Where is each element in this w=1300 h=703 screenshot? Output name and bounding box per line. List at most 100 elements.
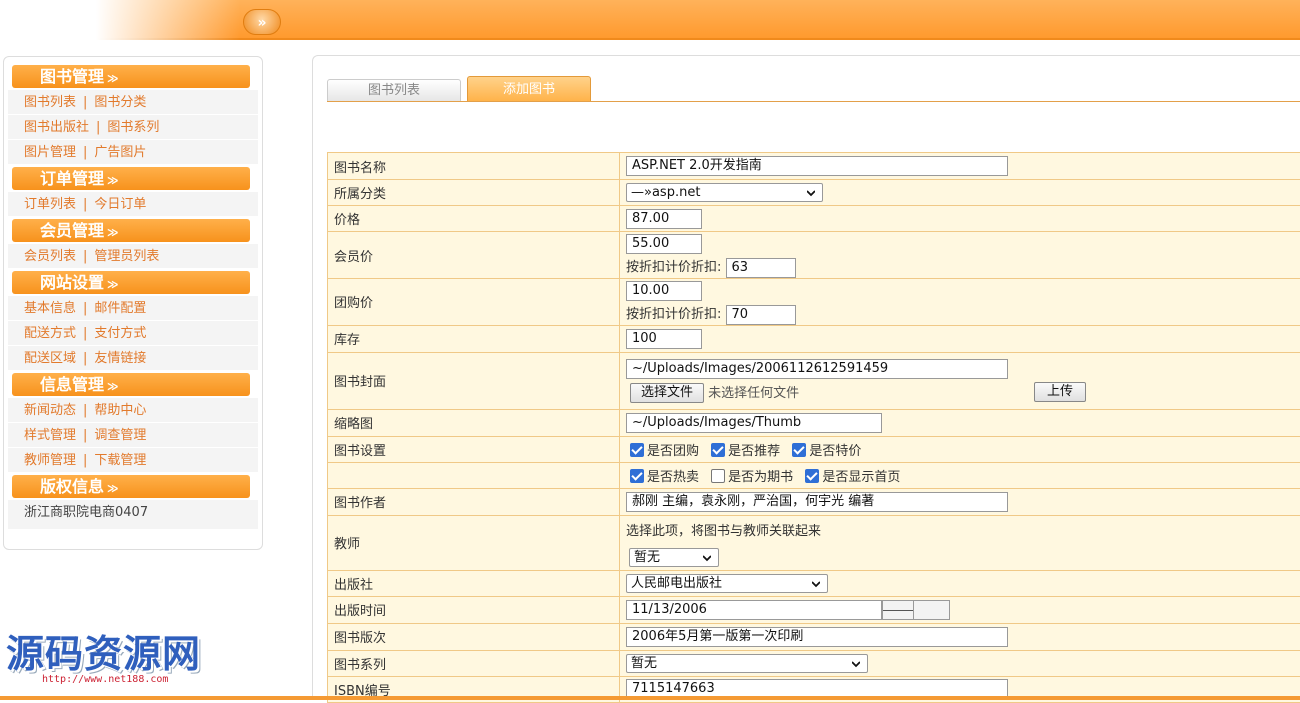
calendar-picker-button[interactable] <box>882 600 950 620</box>
series-select[interactable]: 暂无 <box>626 654 868 673</box>
menu-row: 基本信息|邮件配置 <box>8 296 258 321</box>
book-name-input[interactable]: ASP.NET 2.0开发指南 <box>626 156 1008 176</box>
choose-file-button[interactable]: 选择文件 <box>630 383 704 403</box>
discount-label: 按折扣计价折扣: <box>626 307 721 322</box>
sidebar: 图书管理≫ 图书列表|图书分类 图书出版社|图书系列 图片管理|广告图片 订单管… <box>3 56 263 550</box>
menu-head-info[interactable]: 信息管理≫ <box>12 373 250 396</box>
chevron-down-icon: ≫ <box>107 174 119 187</box>
menu-head-orders[interactable]: 订单管理≫ <box>12 167 250 190</box>
menu-row: 图书出版社|图书系列 <box>8 115 258 140</box>
menu-link-ad-images[interactable]: 广告图片 <box>94 145 146 160</box>
checkbox-unchecked[interactable] <box>711 469 725 483</box>
option-group-buy[interactable]: 是否团购 <box>630 444 699 459</box>
menu-link-delivery-area[interactable]: 配送区域 <box>24 351 76 366</box>
field-label: 图书封面 <box>328 352 620 409</box>
tab-add-book[interactable]: 添加图书 <box>467 76 591 101</box>
tab-divider <box>327 101 1300 102</box>
menu-row: 订单列表|今日订单 <box>8 192 258 217</box>
field-label: 会员价 <box>328 232 620 279</box>
option-special-price[interactable]: 是否特价 <box>792 444 861 459</box>
field-label: 图书版次 <box>328 623 620 650</box>
menu-link-payment[interactable]: 支付方式 <box>94 326 146 341</box>
menu-head-members[interactable]: 会员管理≫ <box>12 219 250 242</box>
menu-link-teachers[interactable]: 教师管理 <box>24 453 76 468</box>
edition-input[interactable]: 2006年5月第一版第一次印刷 <box>626 627 1008 647</box>
form-row-series: 图书系列 暂无 <box>328 650 1300 676</box>
menu-link-publisher[interactable]: 图书出版社 <box>24 120 89 135</box>
menu-link-help[interactable]: 帮助中心 <box>94 403 146 418</box>
watermark: 源码资源网 http://www.net188.com <box>6 632 201 685</box>
field-label: 团购价 <box>328 279 620 326</box>
menu-head-copyright[interactable]: 版权信息≫ <box>12 475 250 498</box>
menu-link-news[interactable]: 新闻动态 <box>24 403 76 418</box>
chevron-down-icon <box>807 189 815 197</box>
menu-link-member-list[interactable]: 会员列表 <box>24 249 76 264</box>
menu-link-survey[interactable]: 调查管理 <box>94 428 146 443</box>
chevron-down-icon: ≫ <box>107 226 119 239</box>
pub-date-input[interactable]: 11/13/2006 <box>626 600 882 620</box>
menu-link-delivery[interactable]: 配送方式 <box>24 326 76 341</box>
field-label: 教师 <box>328 515 620 570</box>
no-file-text: 未选择任何文件 <box>708 386 799 401</box>
form-row-settings-1: 图书设置 是否团购 是否推荐 是否特价 <box>328 436 1300 462</box>
chevron-down-icon <box>852 660 860 668</box>
menu-row: 教师管理|下载管理 <box>8 448 258 473</box>
checkbox-checked[interactable] <box>711 443 725 457</box>
menu-link-order-list[interactable]: 订单列表 <box>24 197 76 212</box>
menu-head-books[interactable]: 图书管理≫ <box>12 65 250 88</box>
form-row-pub-date: 出版时间 11/13/2006 <box>328 596 1300 623</box>
bottom-border <box>0 696 1300 700</box>
menu-link-style[interactable]: 样式管理 <box>24 428 76 443</box>
add-book-form: 图书名称 ASP.NET 2.0开发指南 所属分类 —»asp.net 价格 8… <box>327 152 1300 703</box>
form-row-stock: 库存 100 <box>328 325 1300 352</box>
menu-link-downloads[interactable]: 下载管理 <box>94 453 146 468</box>
cover-path-input[interactable]: ~/Uploads/Images/2006112612591459 <box>626 359 1008 379</box>
teacher-select[interactable]: 暂无 <box>629 548 719 567</box>
checkbox-checked[interactable] <box>630 469 644 483</box>
option-hot-sale[interactable]: 是否热卖 <box>630 470 699 485</box>
stock-input[interactable]: 100 <box>626 329 702 349</box>
menu-link-images[interactable]: 图片管理 <box>24 145 76 160</box>
thumb-path-input[interactable]: ~/Uploads/Images/Thumb <box>626 413 882 433</box>
checkbox-checked[interactable] <box>792 443 806 457</box>
option-recommend[interactable]: 是否推荐 <box>711 444 780 459</box>
field-label: 库存 <box>328 325 620 352</box>
group-price-input[interactable]: 10.00 <box>626 281 702 301</box>
field-label: 缩略图 <box>328 409 620 436</box>
menu-link-friend-links[interactable]: 友情链接 <box>94 351 146 366</box>
field-label: 出版时间 <box>328 596 620 623</box>
menu-head-site[interactable]: 网站设置≫ <box>12 271 250 294</box>
group-discount-input[interactable]: 70 <box>726 305 796 325</box>
option-show-homepage[interactable]: 是否显示首页 <box>805 470 900 485</box>
form-row-member-price: 会员价 55.00 按折扣计价折扣: 63 <box>328 232 1300 279</box>
expand-icon[interactable]: » <box>243 9 281 35</box>
category-select[interactable]: —»asp.net <box>626 183 823 202</box>
menu-row: 配送方式|支付方式 <box>8 321 258 346</box>
banner-fade <box>0 0 240 40</box>
menu-row: 图书列表|图书分类 <box>8 90 258 115</box>
menu-link-mail-config[interactable]: 邮件配置 <box>94 301 146 316</box>
member-discount-input[interactable]: 63 <box>726 258 796 278</box>
upload-button[interactable]: 上传 <box>1034 382 1086 402</box>
chevron-down-icon: ≫ <box>107 72 119 85</box>
author-input[interactable]: 郝刚 主编，袁永刚，严治国，何宇光 编著 <box>626 492 1008 512</box>
menu-link-series[interactable]: 图书系列 <box>107 120 159 135</box>
form-row-thumb: 缩略图 ~/Uploads/Images/Thumb <box>328 409 1300 436</box>
menu-link-basic-info[interactable]: 基本信息 <box>24 301 76 316</box>
publisher-select[interactable]: 人民邮电出版社 <box>626 574 828 593</box>
price-input[interactable]: 87.00 <box>626 209 702 229</box>
menu-link-book-category[interactable]: 图书分类 <box>94 95 146 110</box>
menu-link-admin-list[interactable]: 管理员列表 <box>94 249 159 264</box>
checkbox-checked[interactable] <box>630 443 644 457</box>
tab-book-list[interactable]: 图书列表 <box>327 79 461 101</box>
checkbox-checked[interactable] <box>805 469 819 483</box>
menu-link-book-list[interactable]: 图书列表 <box>24 95 76 110</box>
menu-row: 会员列表|管理员列表 <box>8 244 258 269</box>
watermark-text: 源码资源网 <box>6 632 201 676</box>
top-banner: » <box>0 0 1300 40</box>
member-price-input[interactable]: 55.00 <box>626 234 702 254</box>
option-periodical[interactable]: 是否为期书 <box>711 470 793 485</box>
menu-link-today-orders[interactable]: 今日订单 <box>94 197 146 212</box>
field-label: 价格 <box>328 206 620 232</box>
menu-group-books: 图书管理≫ 图书列表|图书分类 图书出版社|图书系列 图片管理|广告图片 <box>8 65 258 165</box>
